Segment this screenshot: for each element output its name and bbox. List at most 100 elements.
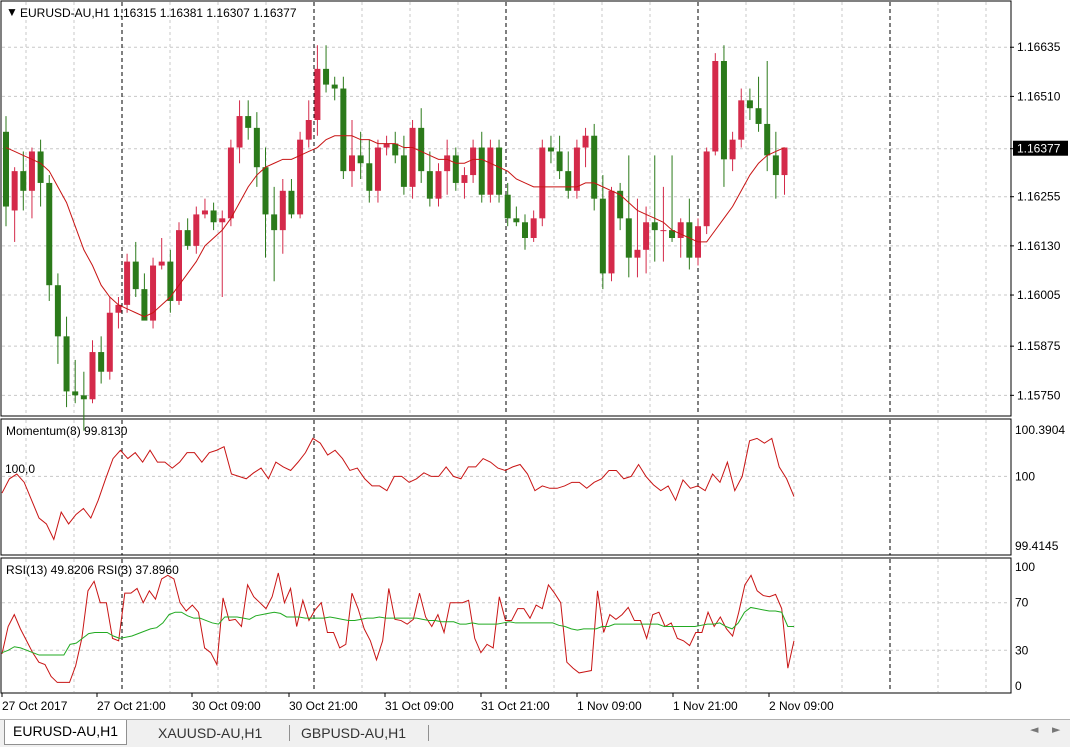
price-tick-label: 1.16635 — [1017, 40, 1061, 54]
candle-body — [409, 127, 416, 187]
collapse-arrow-icon[interactable]: ▼ — [6, 5, 18, 19]
candle-body — [565, 171, 572, 191]
candle-body — [20, 171, 27, 191]
candle-body — [591, 135, 598, 199]
candle-body — [677, 222, 684, 238]
candle-body — [374, 147, 381, 191]
candle-body — [193, 214, 200, 246]
momentum-tick-label: 100.3904 — [1015, 423, 1065, 437]
candle-body — [686, 222, 693, 258]
tab-separator — [428, 725, 429, 741]
price-tick-label: 1.15875 — [1017, 339, 1061, 353]
candle-body — [418, 127, 425, 172]
rsi-axis: 100 70 30 0 — [1015, 560, 1035, 693]
momentum-title: Momentum(8) 99.8130 — [6, 424, 128, 438]
candle-body — [582, 135, 589, 148]
candle-body — [435, 171, 442, 199]
candle-body — [3, 131, 9, 207]
current-price-label: 1.16377 — [1017, 142, 1061, 156]
candle-body — [764, 123, 771, 156]
price-tick-label: 1.16510 — [1017, 89, 1061, 103]
candle-body — [167, 261, 174, 301]
candle-body — [530, 218, 537, 238]
time-tick-label: 27 Oct 2017 — [2, 699, 68, 713]
momentum-tick-label: 100 — [1015, 469, 1035, 483]
candle-body — [547, 147, 554, 152]
candle-body — [660, 230, 667, 232]
chart-canvas: ▼ EURUSD-AU,H1 1.16315 1.16381 1.16307 1… — [0, 0, 1068, 713]
tab-separator — [289, 725, 290, 741]
candle-body — [314, 68, 321, 120]
candle-body — [746, 100, 753, 109]
candle-body — [539, 147, 546, 219]
time-tick-label: 30 Oct 09:00 — [192, 699, 261, 713]
candle-body — [11, 171, 18, 211]
ohlc-values: 1.16315 1.16381 1.16307 1.16377 — [113, 6, 297, 20]
candle-body — [72, 391, 79, 396]
candle-body — [89, 352, 96, 400]
symbol-label: EURUSD-AU,H1 — [20, 6, 110, 20]
candle-body — [522, 222, 528, 238]
candle-body — [513, 218, 520, 223]
candle-body — [504, 194, 511, 219]
candle-body — [227, 147, 234, 219]
time-tick-label: 31 Oct 21:00 — [481, 699, 550, 713]
rsi-title: RSI(13) 49.8206 RSI(3) 37.8960 — [6, 563, 179, 577]
candle-body — [400, 155, 407, 187]
time-tick-label: 30 Oct 21:00 — [289, 699, 358, 713]
candle-body — [461, 175, 468, 183]
candle-body — [703, 151, 710, 227]
candle-body — [496, 147, 503, 195]
tab-eurusd[interactable]: EURUSD-AU,H1 — [4, 720, 128, 745]
candle-body — [712, 61, 719, 152]
candle-body — [720, 61, 727, 160]
candle-body — [80, 395, 87, 400]
candle-body — [599, 198, 606, 274]
candle-body — [219, 218, 226, 223]
candle-body — [738, 100, 745, 140]
candle-body — [46, 182, 53, 286]
candle-body — [54, 285, 61, 337]
candle-body — [772, 155, 779, 176]
candle-body — [426, 171, 433, 199]
time-tick-label: 31 Oct 09:00 — [385, 699, 454, 713]
candle-body — [184, 230, 191, 246]
time-tick-label: 27 Oct 21:00 — [97, 699, 166, 713]
price-tick-label: 1.16005 — [1017, 288, 1061, 302]
candle-body — [625, 218, 632, 258]
tab-gbpusd[interactable]: GBPUSD-AU,H1 — [293, 722, 414, 744]
candle-body — [124, 261, 131, 305]
candle-body — [573, 147, 580, 191]
candle-body — [176, 230, 182, 301]
candle-body — [755, 108, 762, 124]
candle-body — [201, 210, 208, 215]
time-tick-label: 1 Nov 09:00 — [577, 699, 642, 713]
time-axis: 27 Oct 2017 27 Oct 21:00 30 Oct 09:00 30 Oc… — [1, 693, 834, 713]
candle-body — [366, 163, 373, 191]
candle-body — [331, 84, 338, 89]
scroll-left-icon[interactable]: ◄ — [1030, 723, 1038, 736]
price-tick-label: 1.16255 — [1017, 190, 1061, 204]
candle-body — [651, 222, 658, 231]
candle-body — [253, 127, 260, 168]
momentum-ref-label: 100,0 — [5, 462, 35, 476]
candle-body — [236, 116, 243, 148]
candle-body — [262, 167, 269, 215]
rsi-tick-label: 70 — [1015, 596, 1029, 610]
scroll-right-icon[interactable]: ► — [1052, 723, 1060, 736]
candle-body — [279, 190, 286, 231]
candle-body — [305, 120, 312, 140]
tab-xauusd[interactable]: XAUUSD-AU,H1 — [150, 722, 270, 744]
candle-body — [37, 151, 44, 183]
candle-body — [444, 155, 451, 172]
candle-body — [643, 222, 650, 250]
price-axis: 1.16635 1.16510 1.16377 1.16255 1.16130 1.160… — [1010, 40, 1068, 402]
candle-body — [392, 143, 399, 156]
candle-body — [608, 190, 615, 274]
candle-body — [28, 151, 35, 191]
candle-body — [245, 116, 252, 128]
momentum-axis: 100.3904 100 99.4145 — [1015, 423, 1065, 553]
candle-body — [729, 139, 736, 160]
time-tick-label: 2 Nov 09:00 — [769, 699, 834, 713]
candle-body — [478, 147, 485, 195]
